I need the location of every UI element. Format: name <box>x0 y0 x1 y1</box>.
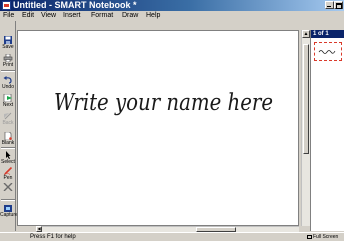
maximize-button[interactable] <box>334 1 343 9</box>
menu-edit[interactable]: Edit <box>22 11 34 21</box>
left-toolbar: Save Print Undo Next Back Blank Select P… <box>0 21 18 231</box>
menu-view[interactable]: View <box>41 11 56 21</box>
title-bar[interactable]: Untitled - SMART Notebook * <box>0 0 344 11</box>
undo-label: Undo <box>2 84 14 90</box>
camera-capture-icon <box>4 205 12 212</box>
app-icon[interactable] <box>2 1 11 10</box>
capture-label: Capture <box>0 212 18 218</box>
pen-icon <box>3 167 13 175</box>
page-thumbnail[interactable] <box>314 42 342 61</box>
toolbar-separator <box>1 199 15 201</box>
toolbar-separator <box>1 147 15 149</box>
window-title: Untitled - SMART Notebook * <box>13 0 137 10</box>
menu-help[interactable]: Help <box>146 11 160 21</box>
save-label: Save <box>2 44 14 50</box>
vertical-scrollbar[interactable]: ▲ <box>301 30 310 226</box>
blank-page-icon <box>4 132 12 140</box>
toolbar-separator <box>1 70 15 72</box>
fullscreen-label: Full Screen <box>313 234 339 240</box>
minimize-button[interactable] <box>325 1 334 9</box>
vertical-scroll-thumb[interactable] <box>303 44 309 154</box>
undo-arrow-icon <box>3 76 12 84</box>
menu-insert[interactable]: Insert <box>63 11 81 21</box>
select-label: Select <box>1 159 15 165</box>
floppy-disk-icon <box>4 36 12 44</box>
handwritten-prompt: Write your name here <box>54 90 273 116</box>
handwriting-ink: Write your name here <box>54 90 273 116</box>
next-label: Next <box>2 102 14 108</box>
fullscreen-icon <box>307 234 312 239</box>
pen-label: Pen <box>3 175 13 181</box>
back-arrow-icon <box>4 112 12 120</box>
delete-x-icon <box>3 183 13 191</box>
thumbnail-ink <box>318 50 336 54</box>
printer-icon <box>3 54 13 62</box>
menu-bar: File Edit View Insert Format Draw Help <box>0 11 344 21</box>
pointer-arrow-icon <box>6 151 11 159</box>
print-label: Print <box>2 62 14 68</box>
smart-notebook-window: Untitled - SMART Notebook * File Edit Vi… <box>0 0 344 240</box>
page-sorter-panel: 1 of 1 <box>310 30 344 231</box>
menu-format[interactable]: Format <box>91 11 113 21</box>
blank-label: Blank <box>1 140 15 146</box>
menu-draw[interactable]: Draw <box>122 11 138 21</box>
scroll-up-arrow[interactable]: ▲ <box>302 30 310 38</box>
menu-file[interactable]: File <box>3 11 14 21</box>
page-indicator: 1 of 1 <box>311 30 344 38</box>
back-label: Back <box>2 120 14 126</box>
whiteboard-canvas[interactable]: Write your name here <box>17 30 299 226</box>
next-page-icon <box>3 94 12 102</box>
status-bar: Press F1 for help Full Screen <box>0 232 344 240</box>
